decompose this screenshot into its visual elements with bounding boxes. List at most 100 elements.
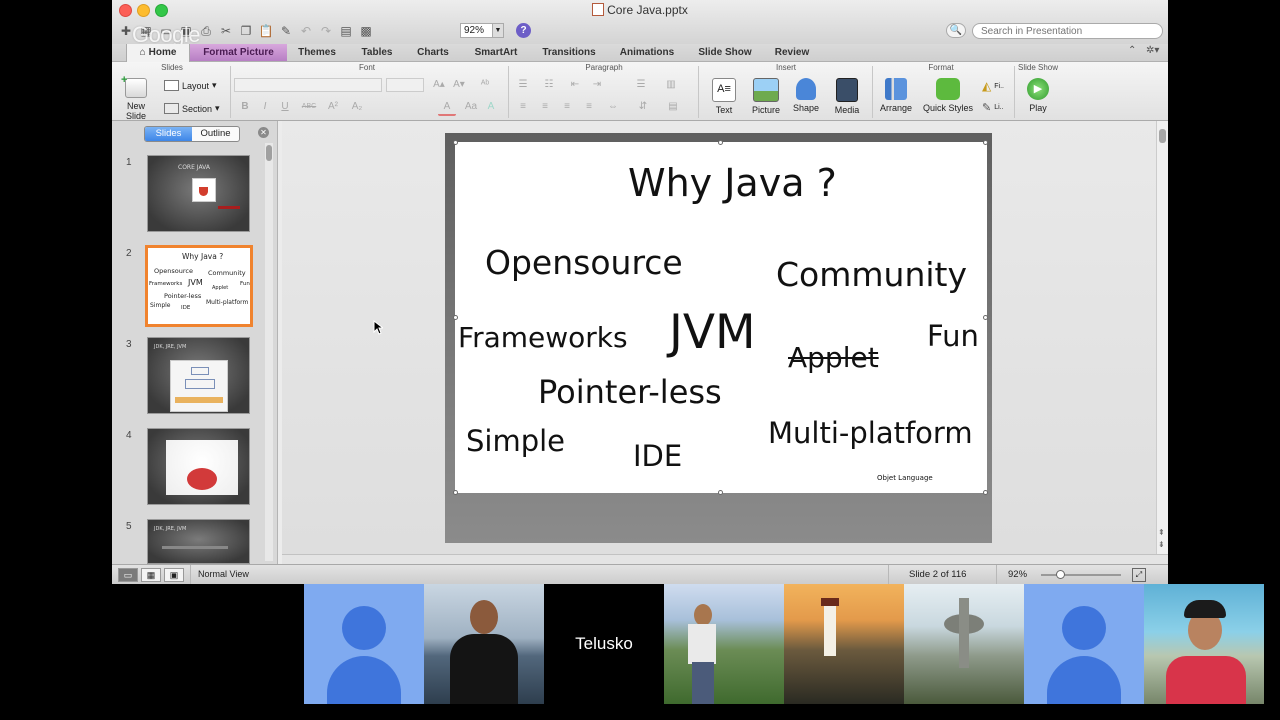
sidebar-scrollbar[interactable] — [265, 143, 273, 561]
bold-button[interactable]: B — [236, 100, 254, 114]
word-objet-language[interactable]: Objet Language — [877, 475, 933, 482]
normal-view-button[interactable]: ▭ — [118, 568, 138, 582]
sidebar-scroll-thumb[interactable] — [266, 145, 272, 161]
tab-themes[interactable]: Themes — [290, 44, 344, 61]
font-size-dropdown[interactable] — [386, 78, 424, 92]
word-applet[interactable]: Applet — [788, 344, 879, 372]
close-sidebar-icon[interactable]: ✕ — [258, 127, 269, 138]
redo-icon[interactable]: ↷ — [318, 23, 334, 39]
zoom-slider[interactable] — [1041, 570, 1121, 579]
search-input[interactable] — [972, 23, 1163, 39]
word-simple[interactable]: Simple — [466, 427, 565, 456]
help-icon[interactable]: ? — [516, 23, 531, 38]
distributed-button[interactable]: ⇔ — [604, 100, 622, 114]
insert-picture-button[interactable]: Picture — [746, 78, 786, 115]
grow-font-button[interactable]: A▴ — [430, 78, 448, 92]
tab-slide-show[interactable]: Slide Show — [692, 44, 758, 61]
fit-to-window-icon[interactable]: ⤢ — [1132, 568, 1146, 582]
arrange-button[interactable]: Arrange — [876, 78, 916, 113]
tab-outline-pane[interactable]: Outline — [192, 127, 239, 141]
tab-slides-pane[interactable]: Slides — [145, 127, 192, 141]
resize-handle-s[interactable] — [718, 490, 723, 495]
word-fun[interactable]: Fun — [927, 322, 979, 351]
strikethrough-button[interactable]: ABC — [300, 100, 318, 114]
align-left-button[interactable]: ≡ — [514, 100, 532, 114]
tab-review[interactable]: Review — [768, 44, 816, 61]
text-direction-button[interactable]: ⇵ — [634, 100, 652, 114]
resize-handle-sw[interactable] — [453, 490, 458, 495]
clear-format-button[interactable]: ᴬᵇ — [476, 78, 494, 92]
participant-tile[interactable] — [304, 584, 424, 704]
tab-tables[interactable]: Tables — [350, 44, 404, 61]
play-button[interactable]: ▶ Play — [1018, 78, 1058, 113]
superscript-button[interactable]: A² — [324, 100, 342, 114]
font-name-dropdown[interactable] — [234, 78, 382, 92]
tab-home[interactable]: ⌂ Home — [126, 44, 190, 62]
toolbox-icon[interactable]: ▤ — [338, 23, 354, 39]
cut-icon[interactable]: ✂ — [218, 23, 234, 39]
subscript-button[interactable]: A₂ — [348, 100, 366, 114]
font-color-button[interactable]: A — [438, 100, 456, 116]
align-right-button[interactable]: ≡ — [558, 100, 576, 114]
decrease-indent-button[interactable]: ⇤ — [566, 78, 584, 92]
word-community[interactable]: Community — [776, 258, 967, 291]
participant-tile[interactable] — [424, 584, 544, 704]
current-slide[interactable]: Why Java ? Opensource Community Framewor… — [455, 142, 987, 493]
zoom-slider-knob[interactable] — [1056, 570, 1065, 579]
tab-transitions[interactable]: Transitions — [536, 44, 602, 61]
participant-tile[interactable] — [1024, 584, 1144, 704]
tab-format-picture[interactable]: Format Picture — [190, 44, 287, 61]
slide-thumbnail-5[interactable]: JDK, JRE, JVM — [147, 519, 250, 564]
presenter-view-button[interactable]: ▣ — [164, 568, 184, 582]
fill-color-button[interactable]: ◭ Fi.. — [982, 79, 1004, 93]
word-ide[interactable]: IDE — [633, 442, 682, 471]
search-icon[interactable]: 🔍 — [946, 23, 966, 38]
resize-handle-n[interactable] — [718, 140, 723, 145]
media-browser-icon[interactable]: ▩ — [358, 23, 374, 39]
slide-editor-canvas[interactable]: Why Java ? Opensource Community Framewor… — [282, 121, 1156, 554]
slide-thumbnail-1[interactable]: CORE JAVA — [147, 155, 250, 232]
resize-handle-e[interactable] — [983, 315, 988, 320]
slide-thumbnail-3[interactable]: JDK, JRE, JVM — [147, 337, 250, 414]
canvas-scroll-thumb[interactable] — [1159, 129, 1166, 143]
line-spacing-button[interactable]: ☰ — [632, 78, 650, 92]
layout-button[interactable]: Layout ▾ — [164, 80, 217, 91]
copy-icon[interactable]: ❐ — [238, 23, 254, 39]
participant-tile[interactable] — [664, 584, 784, 704]
resize-handle-ne[interactable] — [983, 140, 988, 145]
resize-handle-se[interactable] — [983, 490, 988, 495]
align-center-button[interactable]: ≡ — [536, 100, 554, 114]
resize-handle-nw[interactable] — [453, 140, 458, 145]
change-case-button[interactable]: Aa — [462, 100, 480, 114]
shrink-font-button[interactable]: A▾ — [450, 78, 468, 92]
tab-animations[interactable]: Animations — [614, 44, 680, 61]
canvas-vertical-scrollbar[interactable]: ⇞ ⇟ — [1156, 121, 1168, 554]
print-icon[interactable]: ⎙ — [198, 23, 214, 39]
justify-button[interactable]: ≡ — [580, 100, 598, 114]
bullets-button[interactable]: ☰ — [514, 78, 532, 92]
slide-title[interactable]: Why Java ? — [628, 164, 837, 202]
section-button[interactable]: Section ▾ — [164, 103, 220, 114]
undo-icon[interactable]: ↶ — [298, 23, 314, 39]
word-pointer-less[interactable]: Pointer-less — [538, 376, 722, 408]
columns-button[interactable]: ▥ — [662, 78, 680, 92]
tab-charts[interactable]: Charts — [408, 44, 458, 61]
slide-sorter-button[interactable]: ▦ — [141, 568, 161, 582]
align-text-button[interactable]: ▤ — [664, 100, 682, 114]
prev-slide-arrow-icon[interactable]: ⇞ — [1158, 528, 1165, 537]
participant-tile[interactable] — [904, 584, 1024, 704]
word-frameworks[interactable]: Frameworks — [458, 324, 628, 352]
format-painter-icon[interactable]: ✎ — [278, 23, 294, 39]
resize-handle-w[interactable] — [453, 315, 458, 320]
tab-smartart[interactable]: SmartArt — [467, 44, 525, 61]
insert-text-button[interactable]: A≡ Text — [704, 78, 744, 115]
slide-thumbnail-2[interactable]: Why Java ? Opensource Community Framewor… — [145, 245, 253, 327]
word-jvm[interactable]: JVM — [669, 309, 756, 356]
insert-media-button[interactable]: Media — [828, 78, 866, 115]
word-opensource[interactable]: Opensource — [485, 246, 683, 279]
participant-tile[interactable] — [1144, 584, 1264, 704]
underline-button[interactable]: U — [276, 100, 294, 114]
participant-tile[interactable] — [784, 584, 904, 704]
paste-icon[interactable]: 📋 — [258, 23, 274, 39]
ribbon-settings-icon[interactable]: ✲▾ — [1146, 45, 1159, 56]
